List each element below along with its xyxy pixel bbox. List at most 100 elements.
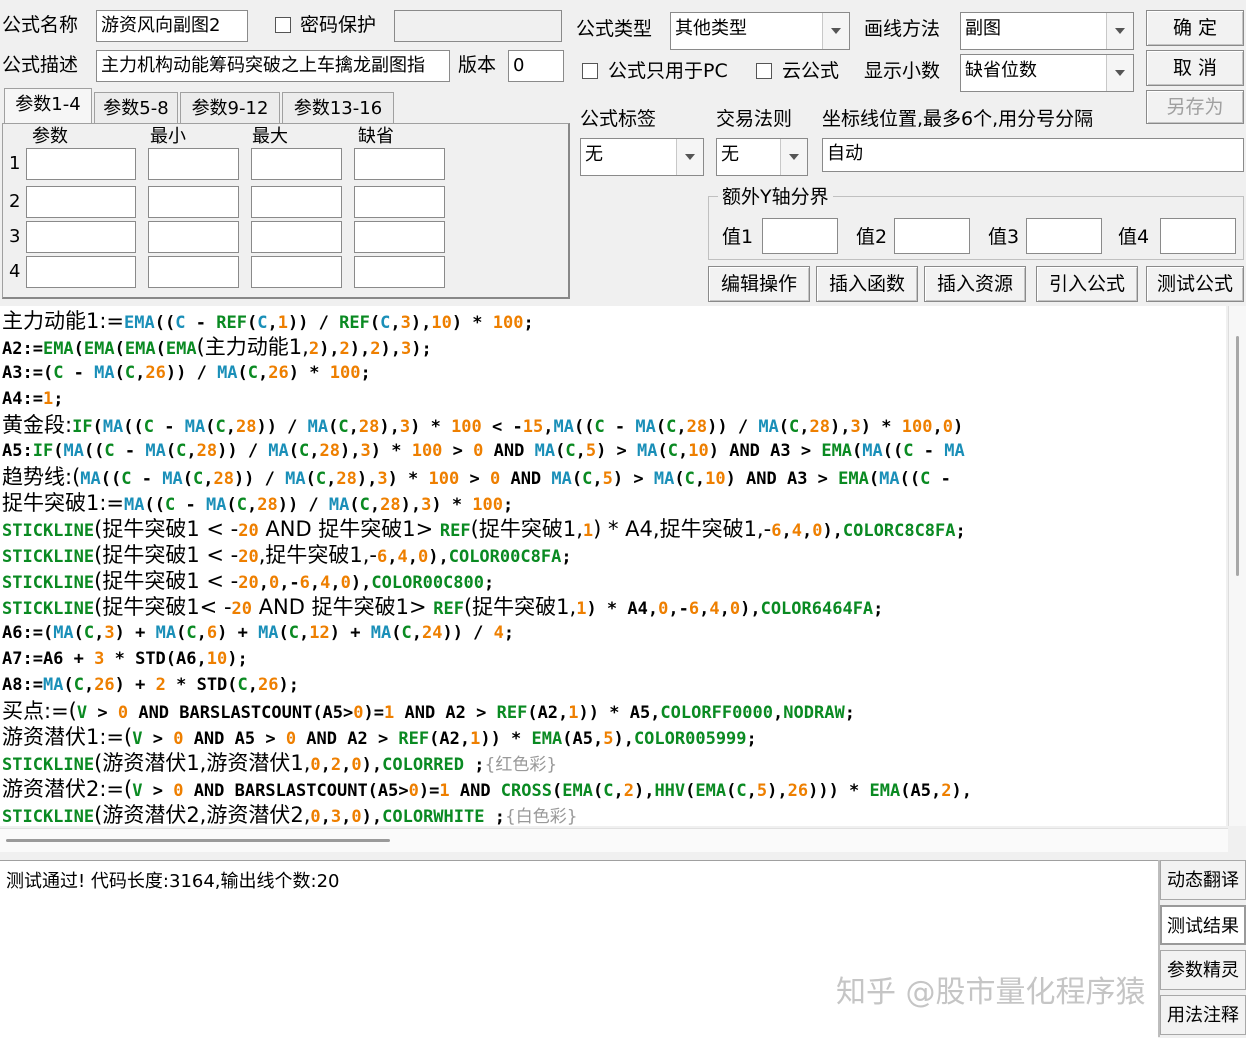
horizontal-scroll-thumb[interactable]	[6, 839, 390, 842]
code-line[interactable]: A6:=(MA(C,3) + MA(C,6) + MA(C,12) + MA(C…	[2, 620, 514, 646]
test-result-button[interactable]: 测试结果	[1160, 905, 1246, 945]
code-line[interactable]: STICKLINE(游资潜伏2,游资潜伏2,0,3,0),COLORWHITE …	[2, 802, 578, 826]
y3-label: 值3	[988, 226, 1020, 248]
test-formula-button[interactable]: 测试公式	[1146, 266, 1244, 302]
code-line[interactable]: 捉牛突破1:=MA((C - MA(C,28)) / MA(C,28),3) *…	[2, 490, 513, 516]
param-min-input[interactable]	[148, 256, 239, 288]
tab-params-13-16[interactable]: 参数13-16	[282, 92, 394, 124]
usage-notes-button[interactable]: 用法注释	[1160, 995, 1246, 1035]
code-line[interactable]: A5:IF(MA((C - MA(C,28)) / MA(C,28),3) * …	[2, 438, 965, 464]
param-default-input[interactable]	[354, 148, 445, 180]
code-token: C	[603, 781, 614, 801]
param-default-input[interactable]	[354, 186, 445, 218]
param-max-input[interactable]	[251, 221, 342, 253]
code-token: MA	[124, 495, 145, 515]
code-line[interactable]: 黄金段:IF(MA((C - MA(C,28)) / MA(C,28),3) *…	[2, 412, 963, 438]
horizontal-scrollbar[interactable]	[0, 828, 1228, 852]
code-token: ;	[561, 547, 572, 567]
code-line[interactable]: STICKLINE(游资潜伏1,游资潜伏1,0,2,0),COLORRED ;{…	[2, 750, 557, 776]
param-min-input[interactable]	[148, 148, 239, 180]
code-editor[interactable]: 主力动能1:=EMA((C - REF(C,1)) / REF(C,3),10)…	[0, 306, 1226, 826]
chevron-down-icon[interactable]	[676, 139, 703, 175]
code-line[interactable]: 买点:=(V > 0 AND BARSLASTCOUNT(A5>0)=1 AND…	[2, 698, 855, 724]
y3-input[interactable]	[1026, 218, 1102, 254]
y2-input[interactable]	[894, 218, 970, 254]
y1-input[interactable]	[762, 218, 838, 254]
code-line[interactable]: A3:=(C - MA(C,26)) / MA(C,26) * 100;	[2, 360, 371, 386]
tab-params-1-4[interactable]: 参数1-4	[4, 88, 92, 124]
formula-name-input[interactable]: 游资风向副图2	[96, 10, 248, 42]
insert-function-button[interactable]: 插入函数	[816, 266, 918, 302]
code-line[interactable]: STICKLINE(捉牛突破1 < -20,捉牛突破1,-6,4,0),COLO…	[2, 542, 572, 568]
code-token: 1	[576, 599, 587, 619]
code-token: 捉牛突破1:=	[2, 491, 125, 515]
chevron-down-icon[interactable]	[1106, 55, 1133, 91]
cancel-button[interactable]: 取 消	[1146, 50, 1244, 86]
chevron-down-icon[interactable]	[780, 139, 807, 175]
code-line[interactable]: 游资潜伏1:=(V > 0 AND A5 > 0 AND A2 > REF(A2…	[2, 724, 757, 750]
ok-button[interactable]: 确 定	[1146, 10, 1244, 46]
param-name-input[interactable]	[26, 148, 136, 180]
param-min-input[interactable]	[148, 221, 239, 253]
insert-resource-button[interactable]: 插入资源	[924, 266, 1026, 302]
y4-input[interactable]	[1160, 218, 1236, 254]
chevron-down-icon[interactable]	[822, 13, 849, 49]
code-token: (	[237, 363, 248, 383]
code-token: ) AND A3 >	[725, 469, 839, 489]
code-token: 24	[421, 623, 443, 643]
code-token: ,	[341, 807, 352, 826]
chevron-down-icon[interactable]	[1106, 13, 1133, 49]
param-name-input[interactable]	[26, 221, 136, 253]
coord-line-input[interactable]: 自动	[822, 138, 1244, 172]
formula-type-select[interactable]: 其他类型	[670, 12, 850, 50]
formula-tag-select[interactable]: 无	[580, 138, 704, 176]
code-line[interactable]: A2:=EMA(EMA(EMA(EMA(主力动能1,2),2),2),3);	[2, 334, 432, 360]
code-line[interactable]: 趋势线:(MA((C - MA(C,28)) / MA(C,28),3) * 1…	[2, 464, 951, 490]
password-input[interactable]	[394, 10, 562, 42]
vertical-scroll-thumb[interactable]	[1236, 336, 1239, 576]
code-token: REF	[439, 521, 471, 541]
tab-params-9-12[interactable]: 参数9-12	[180, 92, 280, 124]
param-min-input[interactable]	[148, 186, 239, 218]
dynamic-translate-button[interactable]: 动态翻译	[1160, 860, 1246, 900]
code-token: 3	[360, 441, 371, 461]
code-token: EMA	[562, 781, 593, 801]
code-line[interactable]: A7:=A6 + 3 * STD(A6,10);	[2, 646, 248, 672]
code-token: 黄金段:	[2, 413, 73, 437]
code-line[interactable]: A4:=1;	[2, 386, 63, 412]
tab-params-5-8[interactable]: 参数5-8	[94, 92, 178, 124]
vertical-scrollbar[interactable]	[1228, 306, 1246, 826]
param-name-input[interactable]	[26, 186, 136, 218]
decimal-select[interactable]: 缺省位数	[960, 54, 1134, 92]
version-input[interactable]: 0	[508, 50, 564, 82]
pc-only-checkbox[interactable]	[582, 63, 598, 79]
param-wizard-button[interactable]: 参数精灵	[1160, 950, 1246, 990]
save-as-button[interactable]: 另存为	[1146, 90, 1244, 124]
param-default-input[interactable]	[354, 221, 445, 253]
cloud-checkbox[interactable]	[756, 63, 772, 79]
code-token: 28	[257, 495, 278, 515]
code-token: 1	[568, 703, 579, 723]
code-token: 0	[473, 441, 484, 461]
code-token: (	[592, 781, 604, 801]
edit-operation-button[interactable]: 编辑操作	[708, 266, 810, 302]
param-max-input[interactable]	[251, 186, 342, 218]
code-line[interactable]: 游资潜伏2:=(V > 0 AND BARSLASTCOUNT(A5>0)=1 …	[2, 776, 972, 802]
code-line[interactable]: STICKLINE(捉牛突破1 < -20 AND 捉牛突破1> REF(捉牛突…	[2, 516, 966, 542]
import-formula-button[interactable]: 引入公式	[1036, 266, 1138, 302]
code-token: ,	[309, 441, 320, 461]
param-name-input[interactable]	[26, 256, 136, 288]
code-token: >	[87, 703, 118, 723]
password-checkbox[interactable]	[275, 17, 291, 33]
code-line[interactable]: 主力动能1:=EMA((C - REF(C,1)) / REF(C,3),10)…	[2, 308, 534, 334]
draw-method-select[interactable]: 副图	[960, 12, 1134, 50]
trade-rule-select[interactable]: 无	[716, 138, 808, 176]
code-line[interactable]: STICKLINE(捉牛突破1 < -20,0,-6,4,0),COLOR00C…	[2, 568, 494, 594]
param-max-input[interactable]	[251, 148, 342, 180]
code-line[interactable]: A8:=MA(C,26) + 2 * STD(C,26);	[2, 672, 299, 698]
code-token: IF	[72, 417, 93, 437]
code-line[interactable]: STICKLINE(捉牛突破1< -20 AND 捉牛突破1> REF(捉牛突破…	[2, 594, 883, 620]
param-default-input[interactable]	[354, 256, 445, 288]
param-max-input[interactable]	[251, 256, 342, 288]
formula-desc-input[interactable]: 主力机构动能筹码突破之上车擒龙副图指	[96, 50, 450, 82]
